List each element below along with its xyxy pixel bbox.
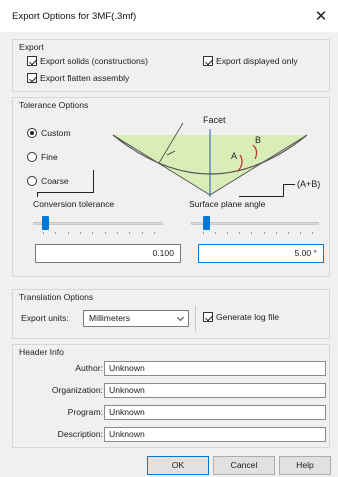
surface-angle-slider-ticks (203, 232, 313, 234)
ok-button[interactable]: OK (147, 456, 209, 475)
radio-unselected-icon (27, 176, 37, 186)
export-units-value: Millimeters (89, 313, 131, 323)
radio-custom[interactable]: Custom (27, 128, 71, 138)
checkbox-checked-icon (27, 73, 37, 83)
facet-diagram: Facet A B (112, 115, 308, 197)
export-flatten-label: Export flatten assembly (40, 73, 130, 83)
surface-angle-input[interactable]: 5.00 ° (198, 244, 324, 263)
surface-angle-label: Surface plane angle (189, 199, 266, 209)
export-units-label: Export units: (21, 313, 69, 323)
checkbox-checked-icon (203, 56, 213, 66)
bracket-line (93, 170, 94, 192)
export-flatten-checkbox[interactable]: Export flatten assembly (27, 73, 129, 83)
divider (195, 306, 196, 332)
checkbox-checked-icon (203, 312, 213, 322)
generate-log-label: Generate log file (216, 312, 280, 322)
conversion-tolerance-label: Conversion tolerance (33, 199, 115, 209)
radio-fine-label: Fine (41, 152, 58, 162)
export-group-title: Export (19, 42, 44, 52)
organization-label: Organization: (51, 385, 103, 395)
window-title: Export Options for 3MF(.3mf) (12, 11, 137, 22)
export-solids-label: Export solids (constructions) (40, 56, 148, 66)
conversion-slider-ticks (43, 232, 155, 234)
organization-input[interactable]: Unknown (104, 383, 326, 398)
title-bar: Export Options for 3MF(.3mf) ✕ (0, 0, 338, 32)
surface-angle-slider-thumb[interactable] (203, 216, 210, 230)
bracket-line (37, 192, 94, 193)
program-label: Program: (67, 407, 103, 417)
header-info-group-title: Header Info (19, 347, 64, 357)
radio-unselected-icon (27, 152, 37, 162)
export-displayed-only-label: Export displayed only (216, 56, 298, 66)
export-units-select[interactable]: Millimeters (83, 310, 189, 327)
description-label: Description: (57, 429, 103, 439)
tolerance-group-title: Tolerance Options (19, 100, 89, 110)
conversion-slider-thumb[interactable] (42, 216, 49, 230)
radio-fine[interactable]: Fine (27, 152, 58, 162)
close-icon[interactable]: ✕ (310, 5, 332, 27)
chevron-down-icon (176, 313, 185, 322)
cancel-button[interactable]: Cancel (213, 456, 275, 475)
conversion-tolerance-input[interactable]: 0.100 (35, 244, 181, 263)
bracket-line (37, 192, 38, 197)
translation-group: Translation Options Export units: Millim… (12, 289, 330, 339)
author-input[interactable]: Unknown (104, 361, 326, 376)
radio-selected-icon (27, 128, 37, 138)
header-info-group: Header Info Author: Unknown Organization… (12, 344, 330, 448)
surface-angle-slider-track[interactable] (191, 222, 319, 225)
checkbox-checked-icon (27, 56, 37, 66)
conversion-slider-track[interactable] (33, 222, 163, 225)
help-button[interactable]: Help (279, 456, 331, 475)
program-input[interactable]: Unknown (104, 405, 326, 420)
radio-coarse-label: Coarse (41, 176, 69, 186)
export-solids-checkbox[interactable]: Export solids (constructions) (27, 56, 148, 66)
diagram-facet-label: Facet (203, 115, 226, 125)
export-group: Export Export solids (constructions) Exp… (12, 39, 330, 92)
export-displayed-only-checkbox[interactable]: Export displayed only (203, 56, 298, 66)
translation-group-title: Translation Options (19, 292, 94, 302)
diagram-b-label: B (255, 135, 261, 145)
author-label: Author: (75, 363, 103, 373)
radio-coarse[interactable]: Coarse (27, 176, 69, 186)
description-input[interactable]: Unknown (104, 427, 326, 442)
radio-custom-label: Custom (41, 128, 71, 138)
diagram-a-label: A (231, 151, 237, 161)
generate-log-checkbox[interactable]: Generate log file (203, 312, 279, 322)
